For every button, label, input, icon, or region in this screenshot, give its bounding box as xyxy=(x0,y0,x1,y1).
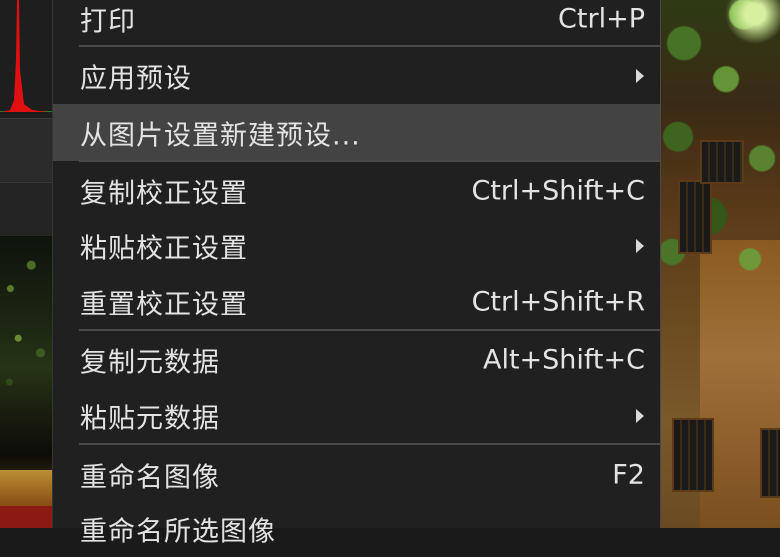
menu-item-print[interactable]: 打印 Ctrl+P xyxy=(53,0,660,47)
menu-item-paste-adjustments[interactable]: 粘贴校正设置 xyxy=(53,217,660,274)
menu-separator xyxy=(79,443,660,445)
menu-item-label: 粘贴元数据 xyxy=(80,403,220,434)
submenu-arrow-icon xyxy=(636,238,644,253)
menu-item-label: 重命名图像 xyxy=(80,462,220,493)
menu-item-label: 从图片设置新建预设... xyxy=(80,120,361,151)
menu-item-label: 应用预设 xyxy=(80,63,192,94)
histogram xyxy=(0,0,52,118)
menu-item-paste-metadata[interactable]: 粘贴元数据 xyxy=(53,387,660,444)
menu-item-shortcut: Ctrl+Shift+C xyxy=(471,175,645,206)
context-menu: 打印 Ctrl+P 应用预设 从图片设置新建预设... 复制校正设置 Ctrl+… xyxy=(52,0,661,547)
panel-section xyxy=(0,118,52,181)
menu-item-shortcut: Ctrl+P xyxy=(558,3,645,34)
menu-item-label: 重置校正设置 xyxy=(80,289,248,320)
menu-item-label: 打印 xyxy=(80,6,136,37)
menu-item-new-preset-from-image[interactable]: 从图片设置新建预设... xyxy=(53,104,660,161)
menu-item-label: 重命名所选图像 xyxy=(80,516,276,547)
photo-preview-right xyxy=(660,0,780,528)
menu-item-copy-metadata[interactable]: 复制元数据 Alt+Shift+C xyxy=(53,331,660,388)
menu-item-apply-preset[interactable]: 应用预设 xyxy=(53,47,660,104)
menu-item-label: 复制校正设置 xyxy=(80,178,248,209)
submenu-arrow-icon xyxy=(636,68,644,83)
histogram-spike xyxy=(2,0,48,112)
panel-section xyxy=(0,182,52,235)
menu-item-label: 复制元数据 xyxy=(80,347,220,378)
submenu-arrow-icon xyxy=(636,408,644,423)
photo-preview-left xyxy=(0,236,52,528)
menu-item-rename-selected-images[interactable]: 重命名所选图像 xyxy=(53,500,660,557)
menu-item-shortcut: Ctrl+Shift+R xyxy=(471,286,645,317)
menu-item-label: 粘贴校正设置 xyxy=(80,233,248,264)
menu-item-shortcut: Alt+Shift+C xyxy=(482,344,645,375)
menu-item-shortcut: F2 xyxy=(612,459,645,490)
menu-item-reset-adjustments[interactable]: 重置校正设置 Ctrl+Shift+R xyxy=(53,273,660,330)
menu-item-copy-adjustments[interactable]: 复制校正设置 Ctrl+Shift+C xyxy=(53,162,660,219)
menu-item-rename-image[interactable]: 重命名图像 F2 xyxy=(53,446,660,503)
